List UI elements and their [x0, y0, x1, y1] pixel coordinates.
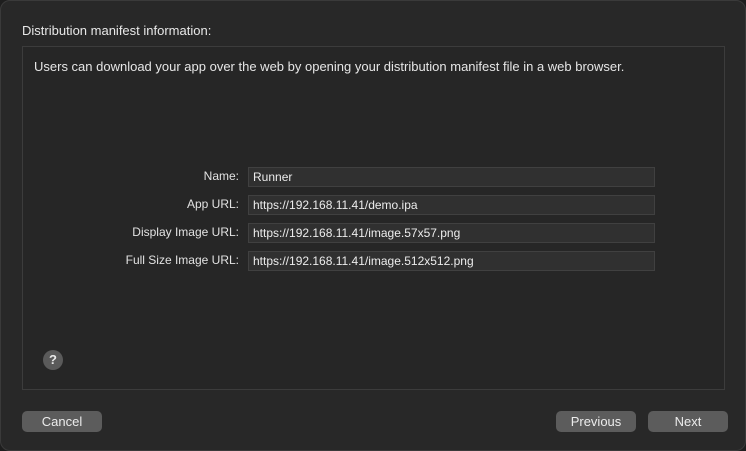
distribution-dialog: Distribution manifest information: Users…: [0, 0, 746, 451]
question-mark-icon: ?: [49, 352, 57, 367]
name-field[interactable]: [248, 167, 655, 187]
app-url-field[interactable]: [248, 195, 655, 215]
help-button[interactable]: ?: [43, 350, 63, 370]
form-row-full-size-image-url: Full Size Image URL:: [23, 251, 726, 271]
name-label: Name:: [203, 169, 239, 183]
previous-button[interactable]: Previous: [556, 411, 636, 432]
full-size-image-url-field[interactable]: [248, 251, 655, 271]
manifest-panel: Users can download your app over the web…: [22, 46, 725, 390]
display-image-url-field[interactable]: [248, 223, 655, 243]
next-button[interactable]: Next: [648, 411, 728, 432]
form-row-app-url: App URL:: [23, 195, 726, 215]
panel-description: Users can download your app over the web…: [34, 59, 625, 74]
display-image-url-label: Display Image URL:: [132, 225, 239, 239]
full-size-image-url-label: Full Size Image URL:: [125, 253, 239, 267]
form-row-name: Name:: [23, 167, 726, 187]
cancel-button[interactable]: Cancel: [22, 411, 102, 432]
form-row-display-image-url: Display Image URL:: [23, 223, 726, 243]
section-title: Distribution manifest information:: [22, 23, 212, 38]
app-url-label: App URL:: [186, 197, 239, 211]
